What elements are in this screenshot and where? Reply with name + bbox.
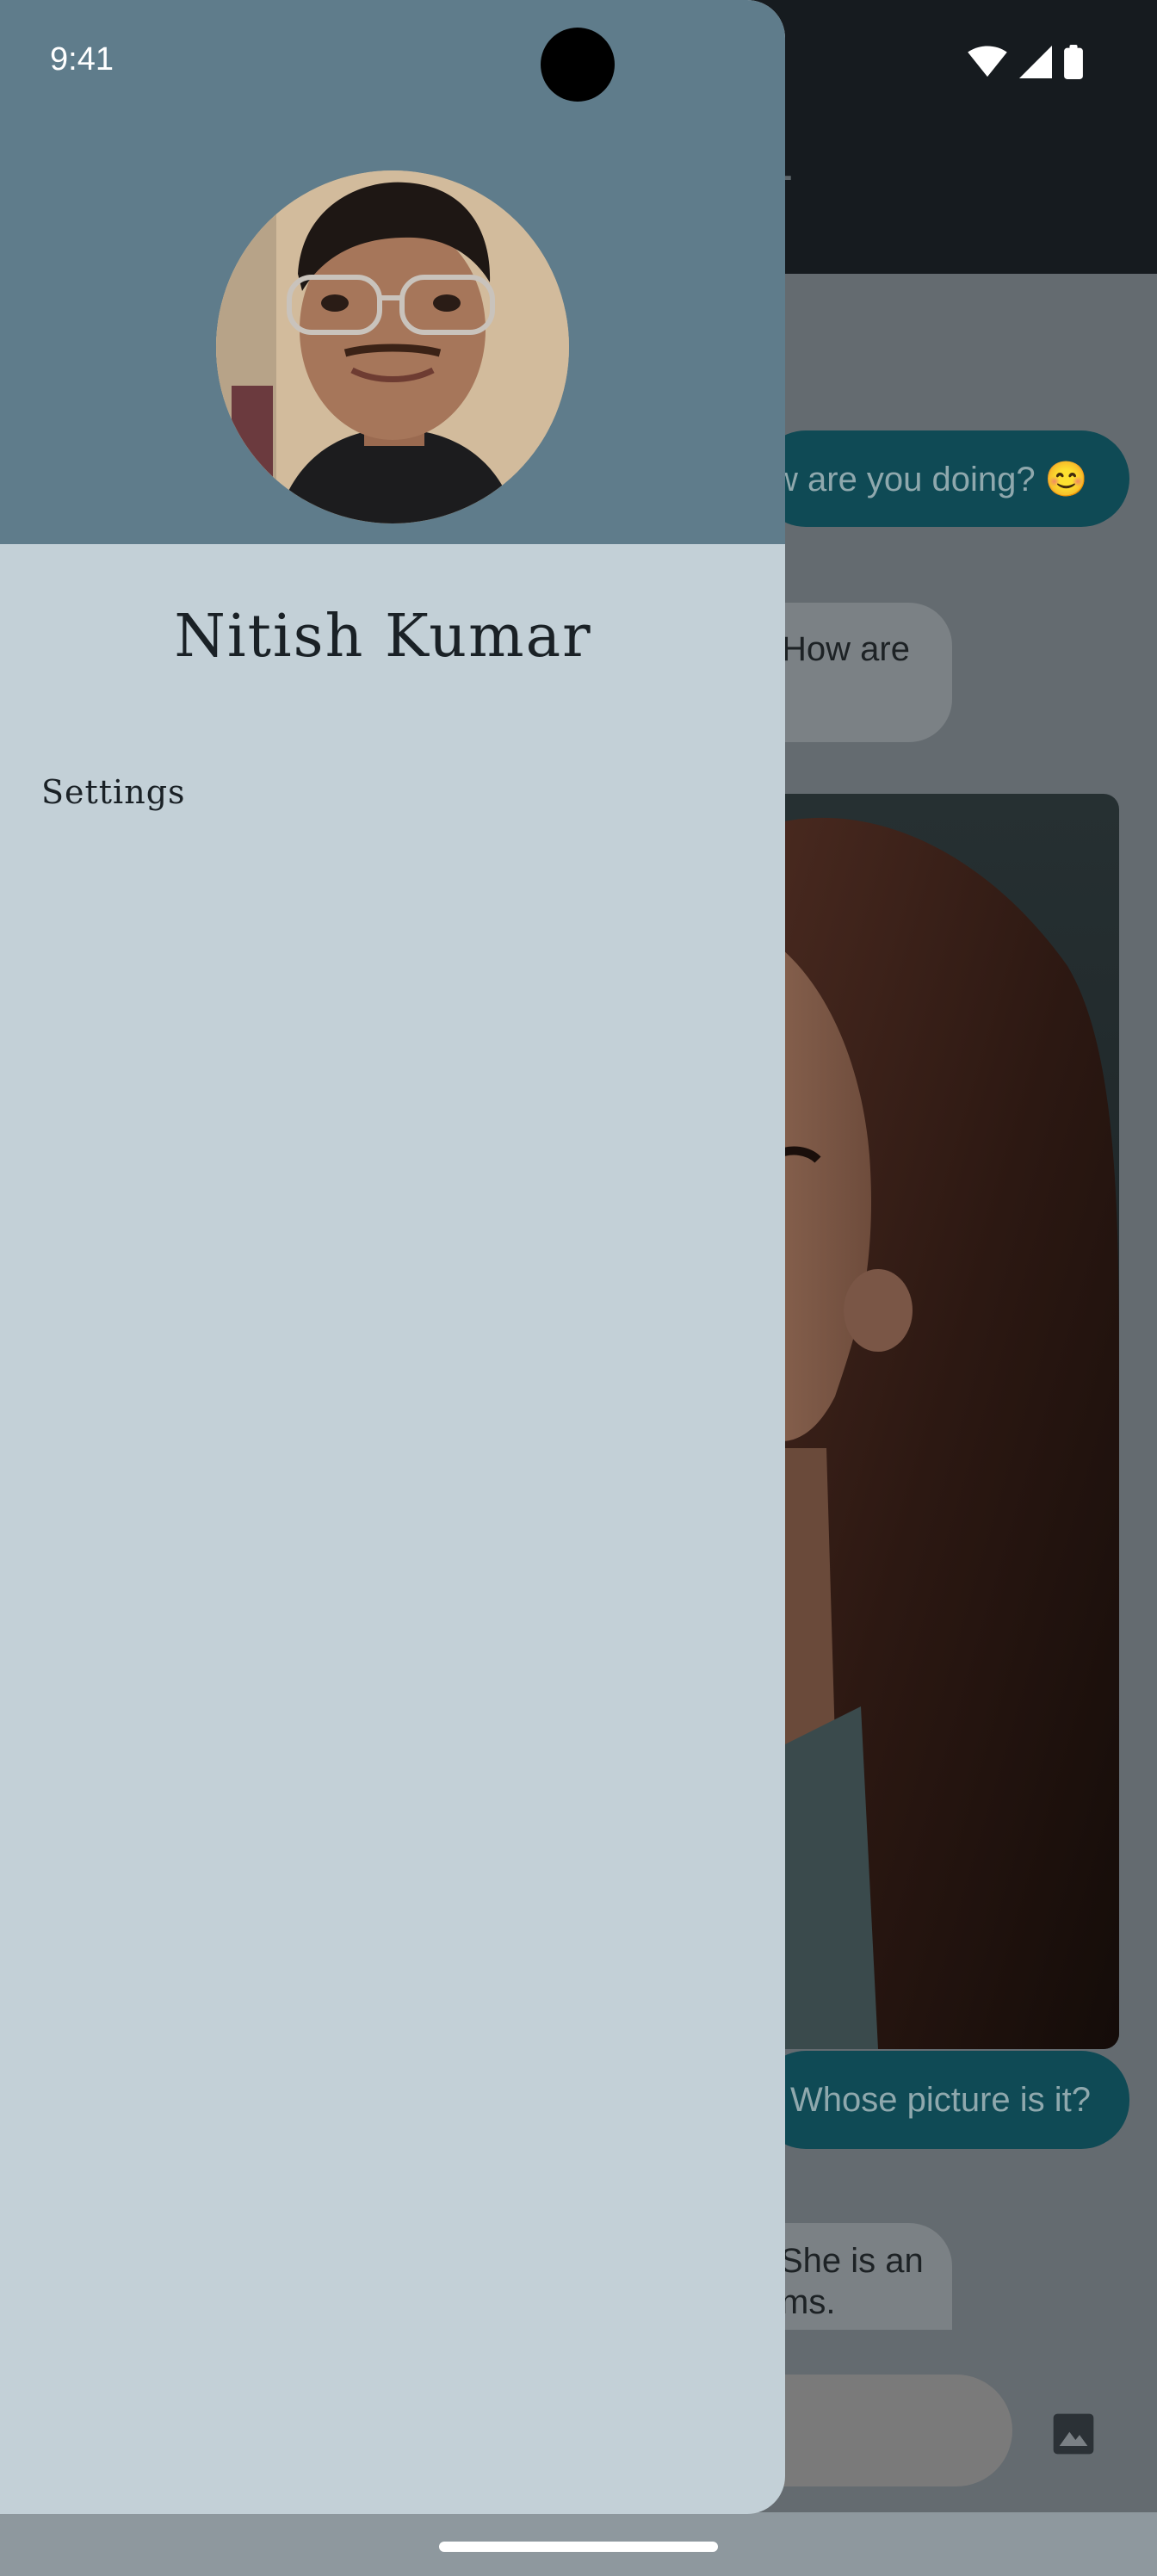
incoming-message-bubble[interactable]: How are <box>758 603 952 742</box>
message-text: Whose picture is it? <box>790 2080 1092 2119</box>
cellular-signal-icon <box>1019 46 1052 78</box>
status-time: 9:41 <box>50 41 114 77</box>
camera-cutout <box>541 28 615 102</box>
outgoing-message-bubble[interactable]: w are you doing? 😊 <box>758 430 1129 527</box>
wifi-icon <box>968 46 1007 77</box>
image-message-photo <box>758 817 1119 2049</box>
message-text: How are <box>782 630 910 668</box>
attach-image-button[interactable] <box>1043 2404 1104 2464</box>
message-text: w are you doing? 😊 <box>773 460 1088 498</box>
image-icon <box>1053 2413 1094 2455</box>
drawer-item-settings[interactable]: Settings <box>41 773 186 811</box>
profile-photo <box>216 170 569 523</box>
navigation-drawer: Nitish Kumar Settings <box>0 0 785 2514</box>
incoming-message-bubble[interactable]: She is an ms. <box>758 2223 952 2330</box>
gesture-nav-handle[interactable] <box>439 2542 718 2552</box>
drawer-header <box>0 0 785 544</box>
outgoing-message-bubble[interactable]: Whose picture is it? <box>758 2051 1129 2149</box>
message-text-line: She is an <box>780 2242 924 2280</box>
avatar[interactable] <box>216 170 569 523</box>
drawer-user-name: Nitish Kumar <box>174 603 592 671</box>
battery-icon <box>1064 45 1083 79</box>
message-text-line: ms. <box>780 2283 836 2321</box>
status-icons <box>968 45 1083 79</box>
image-message[interactable] <box>758 794 1119 2049</box>
screen: - w are you doing? 😊 How are <box>0 0 1157 2576</box>
message-input[interactable] <box>758 2375 1012 2486</box>
